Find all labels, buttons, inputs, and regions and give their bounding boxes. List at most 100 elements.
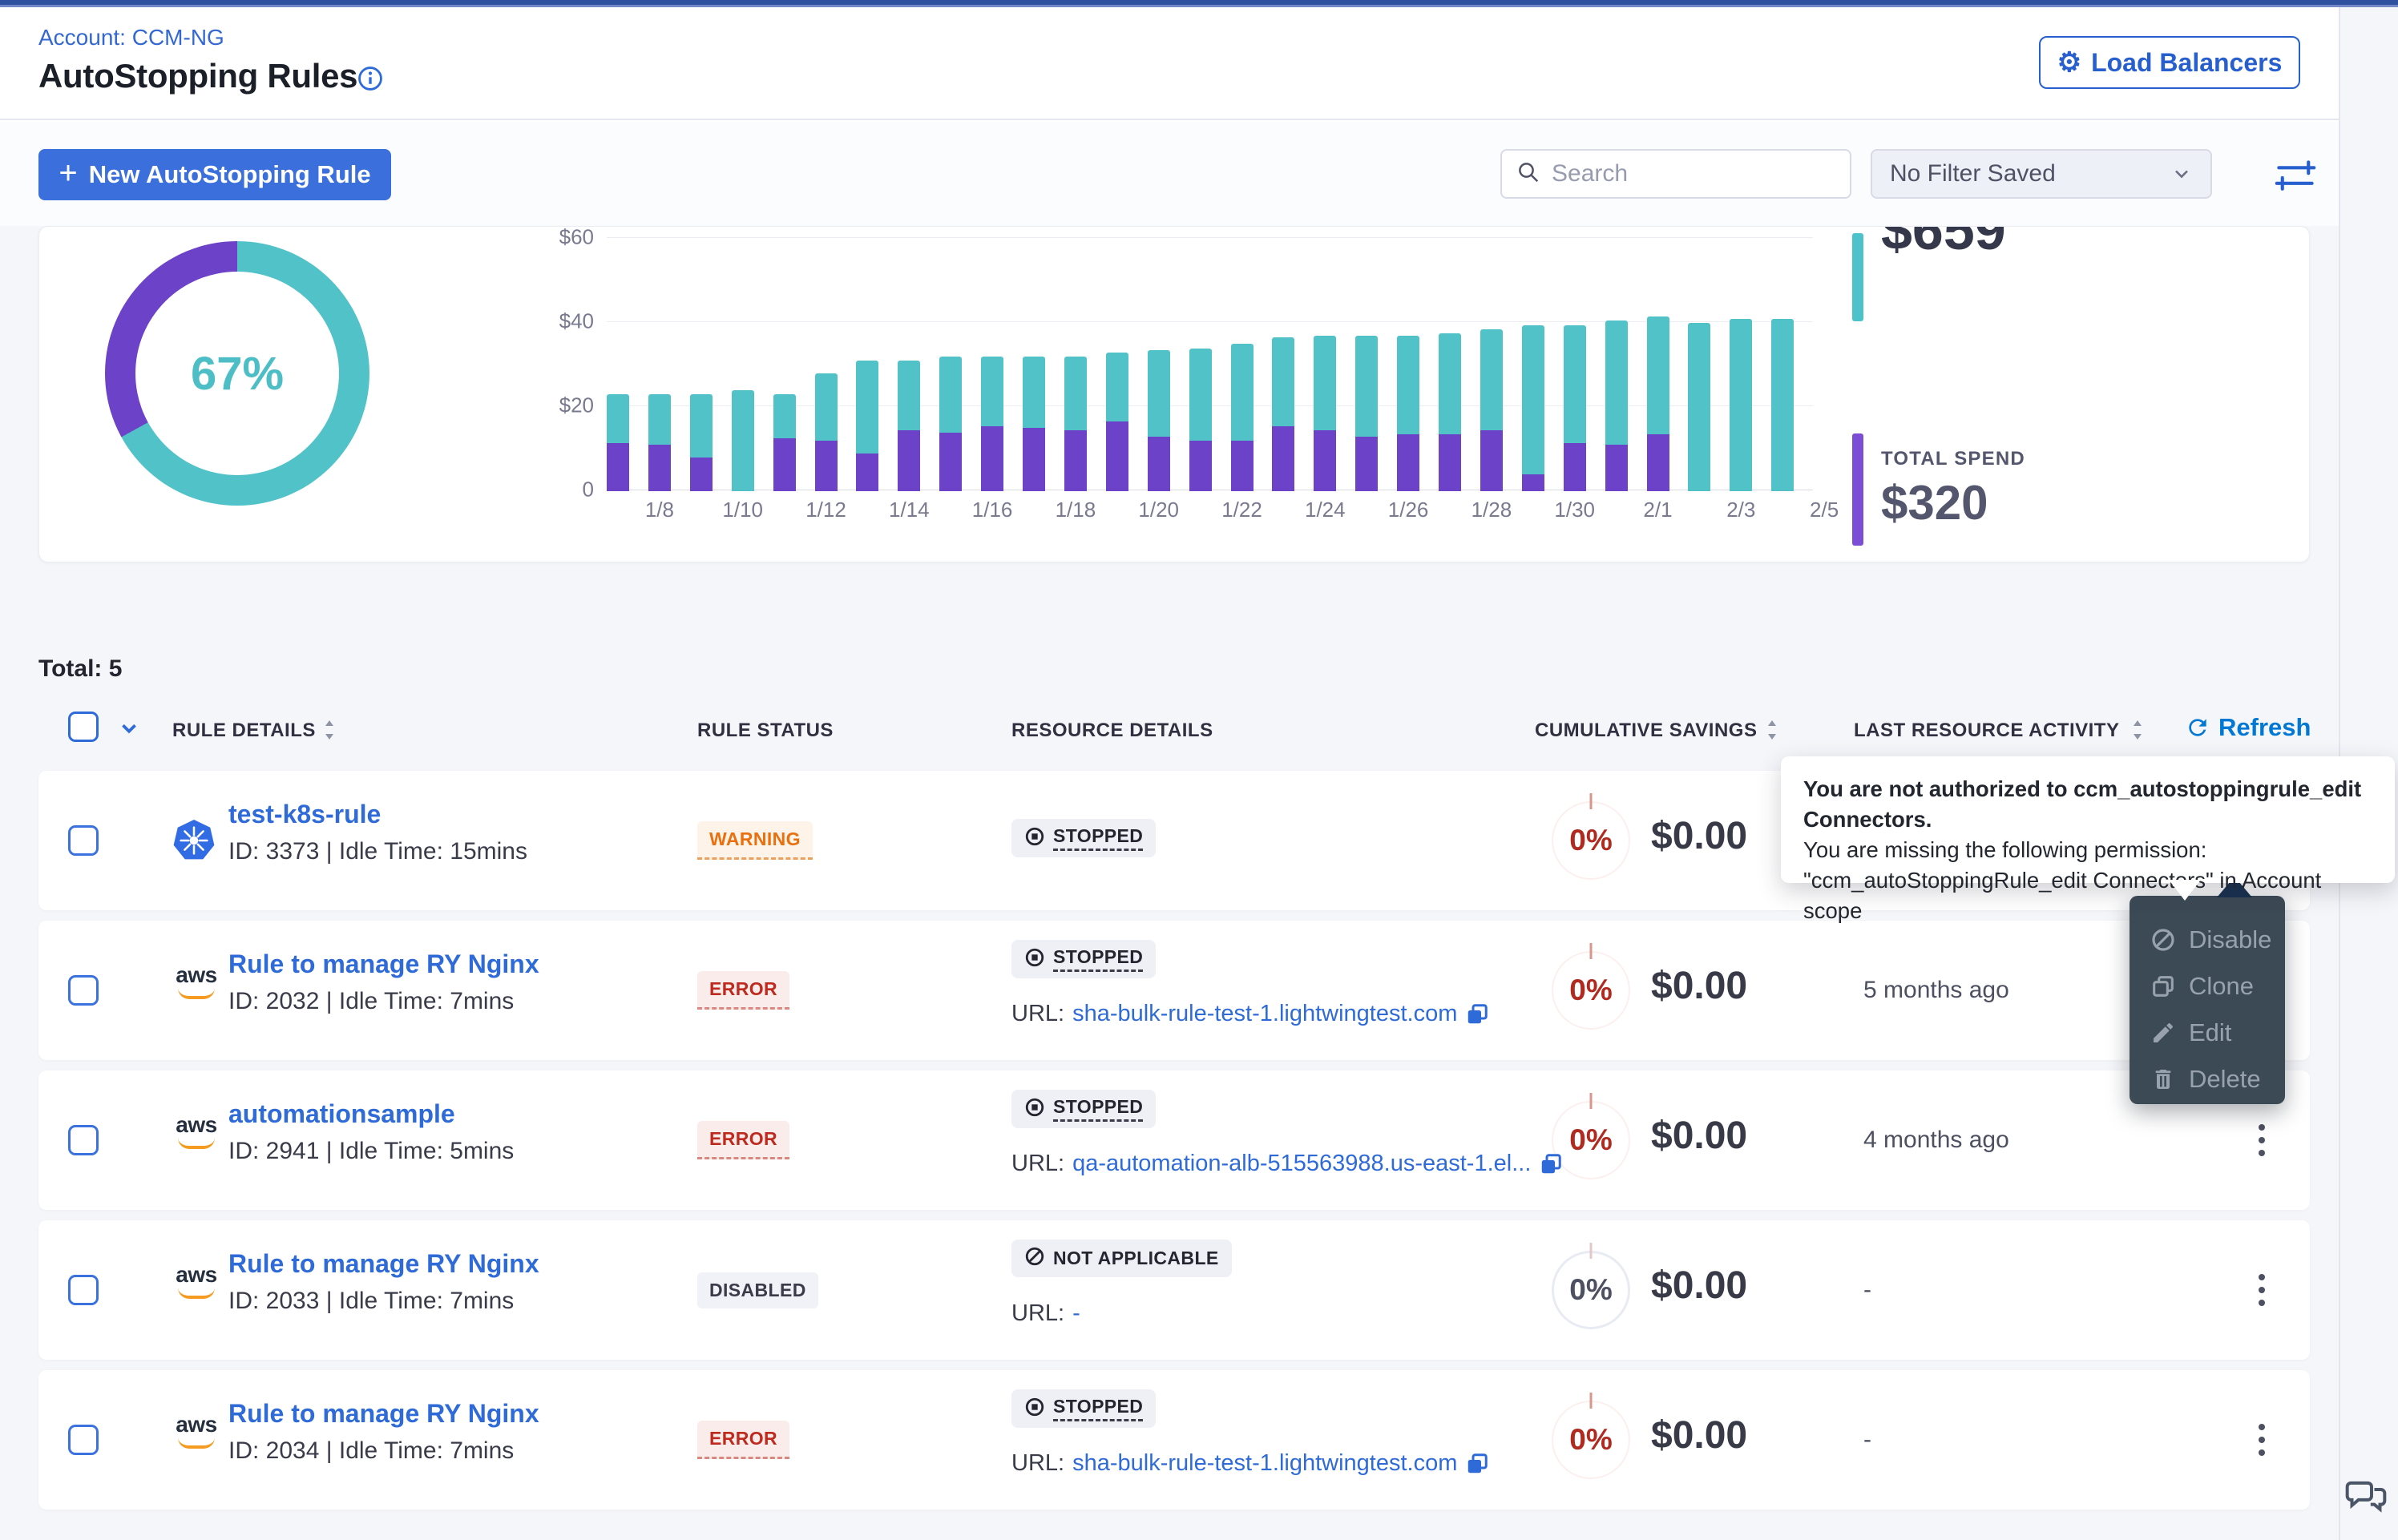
load-balancers-button[interactable]: ⚙ Load Balancers [2039, 36, 2300, 89]
x-axis-tick: 1/20 [1138, 498, 1179, 522]
stopped-icon [1024, 1097, 1045, 1122]
stacked-bar [1023, 357, 1045, 491]
sort-icon[interactable] [2129, 718, 2146, 742]
row-menu-kebab-icon[interactable] [2244, 1416, 2279, 1464]
stacked-bar [1314, 336, 1336, 491]
saved-filter-select[interactable]: No Filter Saved [1871, 149, 2212, 199]
x-axis-tick: 1/30 [1554, 498, 1595, 522]
chevron-down-icon[interactable] [117, 716, 141, 744]
table-header: RULE DETAILS RULE STATUS RESOURCE DETAIL… [38, 702, 2310, 756]
stacked-bar [856, 361, 878, 491]
donut-percent-label: 67% [191, 347, 284, 401]
last-activity: 4 months ago [1863, 1127, 2009, 1154]
resource-url-link[interactable]: qa-automation-alb-515563988.us-east-1.el… [1072, 1151, 1531, 1177]
savings-percent: 0% [1569, 1423, 1612, 1457]
rule-name-link[interactable]: Rule to manage RY Nginx [228, 1399, 539, 1429]
aws-icon: aws [172, 1413, 220, 1457]
sort-icon[interactable] [321, 718, 338, 742]
col-cumulative-savings[interactable]: CUMULATIVE SAVINGS [1535, 720, 1757, 742]
x-axis-tick: 1/12 [805, 498, 846, 522]
bar-series [607, 238, 1813, 491]
cumulative-savings-cell: 0% [1531, 1070, 1651, 1210]
refresh-label: Refresh [2218, 713, 2311, 742]
delete-menu-item[interactable]: Delete [2150, 1056, 2285, 1103]
cumulative-savings-cell: 0% [1531, 921, 1651, 1060]
row-checkbox[interactable] [68, 1275, 99, 1305]
sort-icon[interactable] [1763, 718, 1781, 742]
resource-status-badge: STOPPED [1011, 1389, 1156, 1428]
refresh-button[interactable]: Refresh [2185, 713, 2311, 742]
row-checkbox[interactable] [68, 1125, 99, 1155]
copy-icon[interactable] [1465, 1002, 1489, 1026]
info-icon[interactable] [357, 65, 384, 96]
row-checkbox[interactable] [68, 825, 99, 856]
aws-icon: aws [172, 1264, 220, 1307]
disable-icon [2150, 927, 2176, 953]
kubernetes-icon [172, 819, 216, 862]
col-last-resource-activity[interactable]: LAST RESOURCE ACTIVITY [1854, 720, 2119, 742]
total-spend-label: TOTAL SPEND [1881, 448, 2025, 470]
resource-url-link[interactable]: sha-bulk-rule-test-1.lightwingtest.com [1072, 1001, 1457, 1027]
col-rule-status: RULE STATUS [697, 720, 834, 742]
stacked-bar [1272, 337, 1294, 491]
cumulative-savings-cell: 0% [1531, 771, 1651, 910]
rule-name-link[interactable]: automationsample [228, 1099, 455, 1129]
x-axis-labels: 1/81/101/121/141/161/181/201/221/241/261… [607, 498, 1857, 530]
filter-panel-icon[interactable] [2273, 154, 2318, 196]
col-rule-details[interactable]: RULE DETAILS [172, 720, 316, 742]
breadcrumb-account-link[interactable]: Account: CCM-NG [38, 25, 224, 50]
resource-url-link[interactable]: sha-bulk-rule-test-1.lightwingtest.com [1072, 1450, 1457, 1477]
x-axis-tick: 2/5 [1810, 498, 1839, 522]
last-activity: 5 months ago [1863, 977, 2009, 1004]
resource-details-cell: STOPPED URL: sha-bulk-rule-test-1.lightw… [1011, 1370, 1524, 1510]
rule-name-link[interactable]: Rule to manage RY Nginx [228, 949, 539, 979]
x-axis-tick: 1/28 [1472, 498, 1512, 522]
load-balancers-label: Load Balancers [2091, 48, 2282, 78]
clone-icon [2150, 974, 2176, 999]
stacked-bar [1564, 325, 1586, 491]
rule-name-link[interactable]: Rule to manage RY Nginx [228, 1249, 539, 1279]
resource-url-link[interactable]: - [1072, 1300, 1080, 1327]
refresh-icon [2185, 715, 2210, 740]
savings-percent: 0% [1569, 1273, 1612, 1307]
table-row: awsRule to manage RY NginxID: 2032 | Idl… [38, 921, 2310, 1060]
total-savings-accent-bar [1852, 233, 1863, 321]
search-icon [1516, 160, 1540, 188]
stacked-bar [1688, 323, 1710, 491]
x-axis-tick: 1/8 [645, 498, 674, 522]
savings-value: $0.00 [1651, 814, 1747, 858]
stacked-bar [1480, 329, 1503, 491]
stacked-bar [1064, 357, 1087, 491]
page-title: AutoStopping Rules [38, 57, 357, 95]
search-box[interactable] [1500, 149, 1851, 199]
cumulative-savings-cell: 0% [1531, 1220, 1651, 1360]
row-menu-kebab-icon[interactable] [2244, 1266, 2279, 1314]
tooltip-line: You are not authorized to ccm_autostoppi… [1803, 774, 2372, 835]
rule-meta: ID: 2033 | Idle Time: 7mins [228, 1288, 514, 1315]
row-menu-kebab-icon[interactable] [2244, 1116, 2279, 1164]
stacked-bar [1771, 319, 1794, 491]
row-checkbox[interactable] [68, 975, 99, 1006]
stopped-icon [1024, 1397, 1045, 1421]
copy-icon[interactable] [1465, 1452, 1489, 1476]
edit-menu-item[interactable]: Edit [2150, 1010, 2285, 1056]
rule-name-link[interactable]: test-k8s-rule [228, 800, 381, 829]
rule-meta: ID: 2034 | Idle Time: 7mins [228, 1437, 514, 1465]
savings-value: $0.00 [1651, 964, 1747, 1008]
chat-help-icon[interactable] [2344, 1473, 2388, 1518]
permission-tooltip: You are not authorized to ccm_autostoppi… [1781, 756, 2395, 883]
total-spend-value: $320 [1881, 475, 1988, 530]
aws-icon: aws [172, 1114, 220, 1157]
resource-status-badge: STOPPED [1011, 940, 1156, 978]
select-all-checkbox[interactable] [68, 712, 99, 742]
row-checkbox[interactable] [68, 1425, 99, 1455]
new-autostopping-rule-button[interactable]: + New AutoStopping Rule [38, 149, 391, 200]
resource-details-cell: STOPPED URL: sha-bulk-rule-test-1.lightw… [1011, 921, 1524, 1060]
x-axis-tick: 1/16 [972, 498, 1013, 522]
tooltip-line: "ccm_autoStoppingRule_edit Connectors" i… [1803, 865, 2372, 926]
savings-percent: 0% [1569, 974, 1612, 1007]
search-input[interactable] [1552, 160, 1816, 187]
stacked-bar [1439, 333, 1461, 491]
clone-menu-item[interactable]: Clone [2150, 963, 2285, 1010]
tooltip-arrow [2169, 880, 2201, 901]
